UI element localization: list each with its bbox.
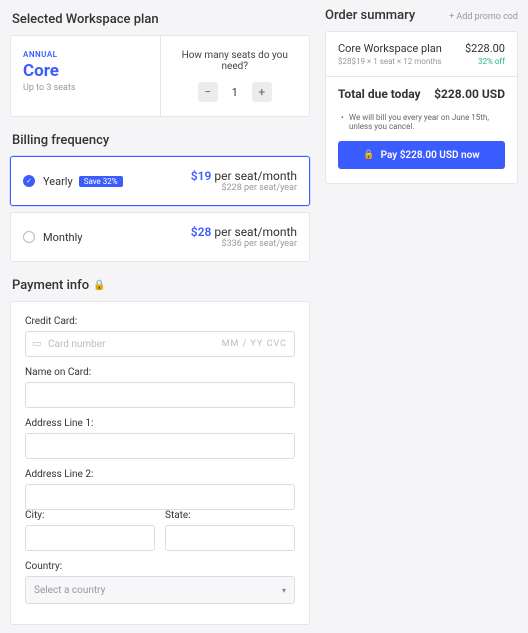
monthly-price: $28 [191, 225, 212, 239]
state-label: State: [165, 510, 295, 521]
summary-card: Core Workspace plan $228.00 $28$19 × 1 s… [325, 31, 518, 184]
city-label: City: [25, 510, 155, 521]
country-select[interactable]: Select a country ▾ [25, 576, 295, 604]
billing-option-monthly[interactable]: Monthly $28 per seat/month $336 per seat… [10, 212, 310, 262]
billing-section-title: Billing frequency [12, 133, 310, 148]
seat-decrement-button[interactable]: − [198, 82, 218, 102]
seat-question: How many seats do you need? [173, 50, 298, 72]
summary-discount: 32% off [478, 57, 505, 66]
address-line-1-input[interactable] [25, 433, 295, 459]
plan-annual-badge: ANNUAL [23, 50, 148, 59]
address-line-2-input[interactable] [25, 484, 295, 510]
state-input[interactable] [165, 525, 295, 551]
name-on-card-input[interactable] [25, 382, 295, 408]
payment-card: Credit Card: ▭ MM / YY CVC Name on Card:… [10, 301, 310, 625]
card-icon: ▭ [32, 339, 41, 350]
name-label: Name on Card: [25, 367, 295, 378]
addr1-label: Address Line 1: [25, 418, 295, 429]
city-input[interactable] [25, 525, 155, 551]
summary-item-price: $228.00 [465, 42, 505, 55]
seat-value: 1 [218, 86, 252, 99]
monthly-sub-price: $336 per seat/year [191, 239, 297, 249]
radio-unchecked-icon [23, 231, 35, 243]
add-promo-link[interactable]: + Add promo cod [449, 12, 518, 22]
yearly-sub-price: $228 per seat/year [191, 183, 297, 193]
billing-yearly-label: Yearly [43, 175, 73, 188]
lock-icon: 🔒 [93, 280, 105, 291]
radio-checked-icon [23, 175, 35, 187]
billing-option-yearly[interactable]: Yearly Save 32% $19 per seat/month $228 … [10, 156, 310, 206]
pay-button-label: Pay $228.00 USD now [381, 150, 480, 161]
quantity-stepper: − 1 + [173, 82, 298, 102]
chevron-down-icon: ▾ [282, 586, 286, 595]
billing-monthly-label: Monthly [43, 231, 83, 244]
cc-label: Credit Card: [25, 316, 295, 327]
plan-card: ANNUAL Core Up to 3 seats How many seats… [10, 35, 310, 117]
seat-increment-button[interactable]: + [252, 82, 272, 102]
total-value: $228.00 USD [434, 87, 505, 101]
plan-name: Core [23, 61, 148, 81]
lock-icon: 🔒 [363, 150, 374, 160]
country-placeholder: Select a country [34, 585, 105, 596]
summary-item-name: Core Workspace plan [338, 42, 442, 55]
billing-fineprint: We will bill you every year on June 15th… [341, 113, 502, 131]
country-label: Country: [25, 561, 295, 572]
billing-save-badge: Save 32% [79, 176, 123, 187]
plan-subtitle: Up to 3 seats [23, 83, 148, 93]
addr2-label: Address Line 2: [25, 469, 295, 480]
plan-section-title: Selected Workspace plan [12, 12, 310, 27]
payment-section-title: Payment info🔒 [12, 278, 310, 293]
total-label: Total due today [338, 87, 421, 101]
yearly-price: $19 [191, 169, 212, 183]
pay-now-button[interactable]: 🔒 Pay $228.00 USD now [338, 141, 505, 169]
summary-item-detail: $28$19 × 1 seat × 12 months [338, 57, 441, 66]
yearly-unit: per seat/month [214, 169, 297, 183]
monthly-unit: per seat/month [214, 225, 297, 239]
card-expiry-cvc-hint: MM / YY CVC [222, 339, 287, 349]
summary-title: Order summary [325, 8, 415, 23]
